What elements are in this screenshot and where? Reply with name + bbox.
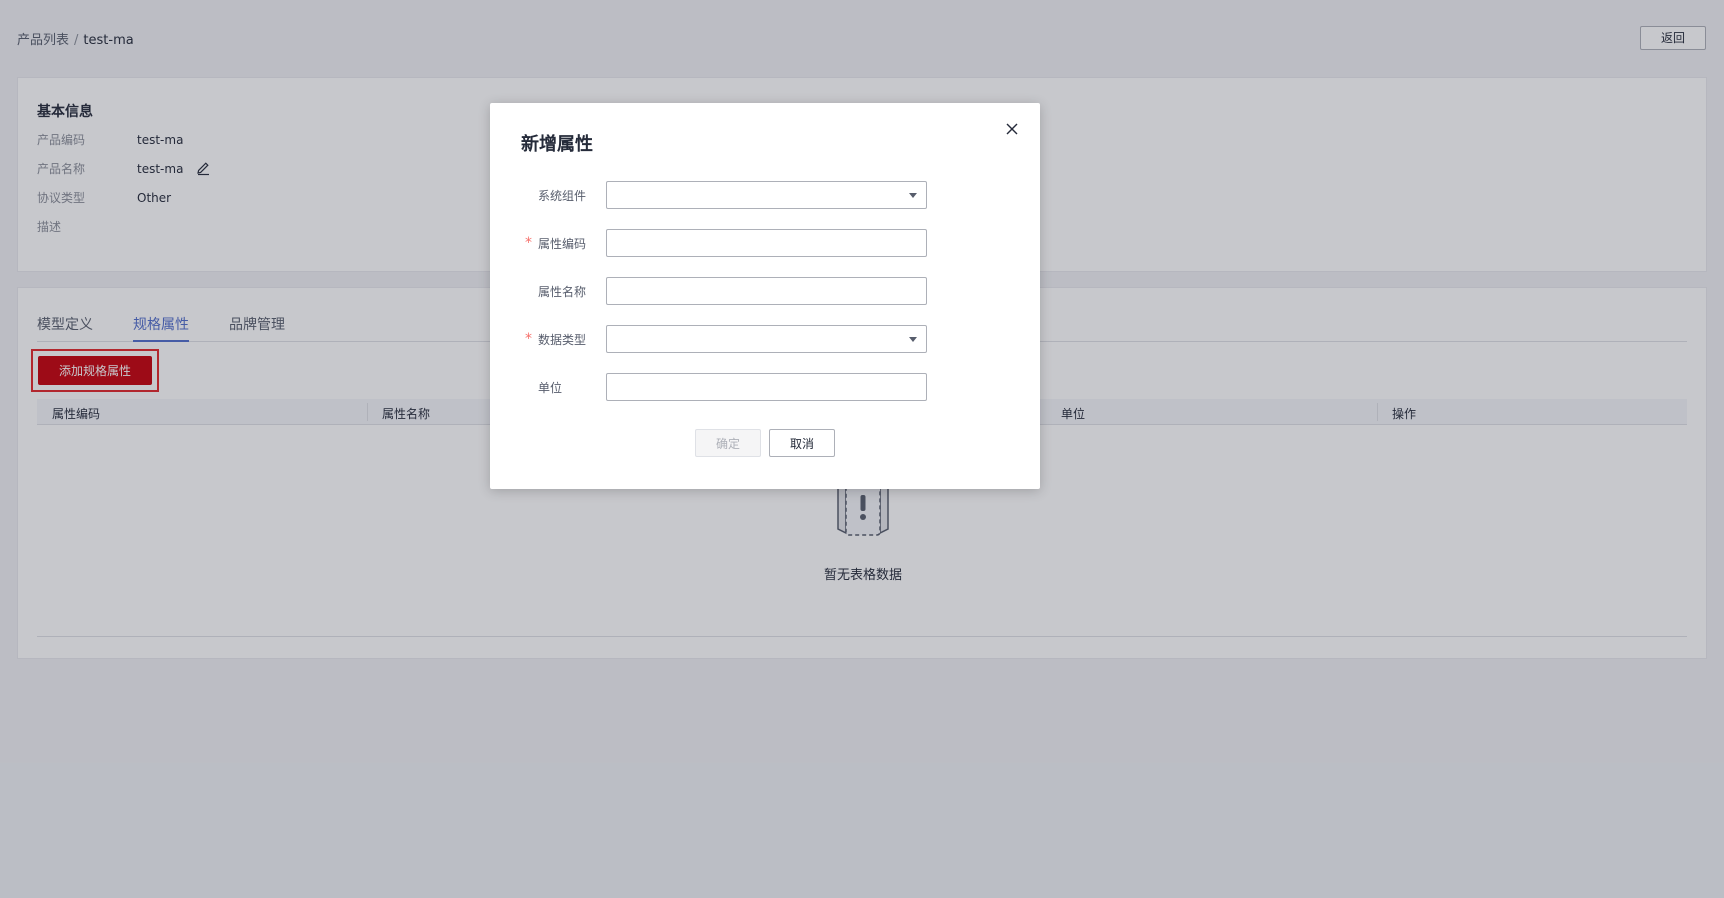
form-row-data-type: * 数据类型 xyxy=(490,325,1040,353)
close-icon[interactable] xyxy=(1004,121,1020,137)
unit-input[interactable] xyxy=(606,373,927,401)
dialog-title: 新增属性 xyxy=(521,134,593,155)
chevron-down-icon xyxy=(909,193,917,198)
system-component-select[interactable] xyxy=(606,181,927,209)
required-mark: * xyxy=(525,331,532,347)
form-row-attribute-name: 属性名称 xyxy=(490,277,1040,305)
attribute-name-input[interactable] xyxy=(606,277,927,305)
field-label-system-component: 系统组件 xyxy=(538,189,587,203)
confirm-button[interactable]: 确定 xyxy=(695,429,761,457)
cancel-button[interactable]: 取消 xyxy=(769,429,835,457)
data-type-select[interactable] xyxy=(606,325,927,353)
page: 产品列表 / test-ma 返回 基本信息 产品编码 test-ma 产品名称 tes… xyxy=(0,0,1724,898)
add-attribute-dialog: 新增属性 系统组件 * 属性编码 属性名称 * 数据类型 单位 确定 取消 xyxy=(490,103,1040,489)
chevron-down-icon xyxy=(909,337,917,342)
field-label-data-type: 数据类型 xyxy=(538,333,587,347)
form-row-attribute-code: * 属性编码 xyxy=(490,229,1040,257)
attribute-code-input[interactable] xyxy=(606,229,927,257)
form-row-system-component: 系统组件 xyxy=(490,181,1040,209)
field-label-attribute-code: 属性编码 xyxy=(538,237,587,251)
required-mark: * xyxy=(525,235,532,251)
field-label-attribute-name: 属性名称 xyxy=(538,285,587,299)
form-row-unit: 单位 xyxy=(490,373,1040,401)
field-label-unit: 单位 xyxy=(538,381,563,395)
